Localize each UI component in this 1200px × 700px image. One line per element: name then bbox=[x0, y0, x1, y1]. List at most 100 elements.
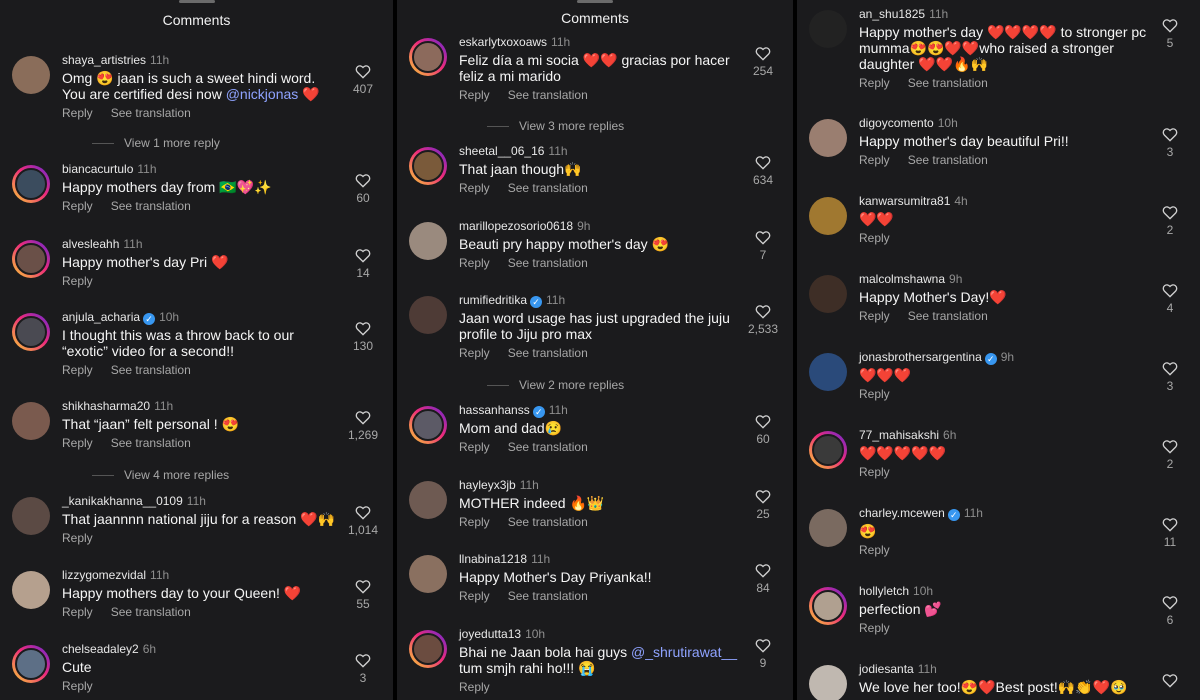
see-translation-button[interactable]: See translation bbox=[508, 88, 588, 102]
heart-icon[interactable] bbox=[755, 155, 771, 170]
avatar[interactable] bbox=[809, 665, 847, 700]
see-translation-button[interactable]: See translation bbox=[508, 346, 588, 360]
see-translation-button[interactable]: See translation bbox=[111, 106, 191, 120]
avatar[interactable] bbox=[409, 38, 447, 76]
see-translation-button[interactable]: See translation bbox=[508, 440, 588, 454]
reply-button[interactable]: Reply bbox=[62, 363, 93, 377]
avatar[interactable] bbox=[809, 10, 847, 48]
heart-icon[interactable] bbox=[1162, 127, 1178, 142]
mention-link[interactable]: @_shrutirawat__ bbox=[631, 644, 737, 660]
reply-button[interactable]: Reply bbox=[62, 199, 93, 213]
heart-icon[interactable] bbox=[355, 653, 371, 668]
view-more-replies-button[interactable]: View 4 more replies bbox=[92, 468, 229, 482]
username[interactable]: marillopezosorio0618 bbox=[459, 219, 573, 233]
username[interactable]: jonasbrothersargentina bbox=[859, 350, 982, 364]
username[interactable]: digoycomento bbox=[859, 116, 934, 130]
avatar[interactable] bbox=[12, 313, 50, 351]
reply-button[interactable]: Reply bbox=[62, 605, 93, 619]
avatar[interactable] bbox=[409, 147, 447, 185]
see-translation-button[interactable]: See translation bbox=[908, 76, 988, 90]
reply-button[interactable]: Reply bbox=[859, 231, 890, 245]
heart-icon[interactable] bbox=[355, 410, 371, 425]
username[interactable]: hayleyx3jb bbox=[459, 478, 516, 492]
heart-icon[interactable] bbox=[355, 505, 371, 520]
avatar[interactable] bbox=[409, 481, 447, 519]
username[interactable]: 77_mahisakshi bbox=[859, 428, 939, 442]
avatar[interactable] bbox=[12, 165, 50, 203]
heart-icon[interactable] bbox=[1162, 18, 1178, 33]
see-translation-button[interactable]: See translation bbox=[111, 363, 191, 377]
avatar[interactable] bbox=[409, 222, 447, 260]
reply-button[interactable]: Reply bbox=[62, 531, 93, 545]
heart-icon[interactable] bbox=[1162, 205, 1178, 220]
username[interactable]: kanwarsumitra81 bbox=[859, 194, 950, 208]
avatar[interactable] bbox=[12, 571, 50, 609]
heart-icon[interactable] bbox=[755, 414, 771, 429]
avatar[interactable] bbox=[809, 197, 847, 235]
avatar[interactable] bbox=[409, 296, 447, 334]
reply-button[interactable]: Reply bbox=[859, 387, 890, 401]
reply-button[interactable]: Reply bbox=[859, 465, 890, 479]
sheet-drag-handle[interactable] bbox=[178, 0, 215, 3]
view-more-replies-button[interactable]: View 3 more replies bbox=[487, 119, 624, 133]
reply-button[interactable]: Reply bbox=[62, 436, 93, 450]
heart-icon[interactable] bbox=[1162, 283, 1178, 298]
username[interactable]: hassanhanss bbox=[459, 403, 530, 417]
reply-button[interactable]: Reply bbox=[62, 679, 93, 693]
reply-button[interactable]: Reply bbox=[62, 106, 93, 120]
avatar[interactable] bbox=[809, 509, 847, 547]
see-translation-button[interactable]: See translation bbox=[111, 199, 191, 213]
see-translation-button[interactable]: See translation bbox=[908, 309, 988, 323]
avatar[interactable] bbox=[12, 645, 50, 683]
heart-icon[interactable] bbox=[355, 248, 371, 263]
username[interactable]: eskarlytxoxoaws bbox=[459, 35, 547, 49]
username[interactable]: sheetal__06_16 bbox=[459, 144, 544, 158]
see-translation-button[interactable]: See translation bbox=[111, 605, 191, 619]
heart-icon[interactable] bbox=[755, 489, 771, 504]
heart-icon[interactable] bbox=[755, 230, 771, 245]
reply-button[interactable]: Reply bbox=[859, 153, 890, 167]
avatar[interactable] bbox=[809, 431, 847, 469]
heart-icon[interactable] bbox=[1162, 439, 1178, 454]
avatar[interactable] bbox=[12, 56, 50, 94]
reply-button[interactable]: Reply bbox=[459, 515, 490, 529]
avatar[interactable] bbox=[409, 406, 447, 444]
username[interactable]: lizzygomezvidal bbox=[62, 568, 146, 582]
heart-icon[interactable] bbox=[755, 304, 771, 319]
username[interactable]: llnabina1218 bbox=[459, 552, 527, 566]
heart-icon[interactable] bbox=[1162, 361, 1178, 376]
heart-icon[interactable] bbox=[755, 638, 771, 653]
see-translation-button[interactable]: See translation bbox=[508, 589, 588, 603]
heart-icon[interactable] bbox=[1162, 595, 1178, 610]
heart-icon[interactable] bbox=[755, 46, 771, 61]
reply-button[interactable]: Reply bbox=[859, 621, 890, 635]
heart-icon[interactable] bbox=[355, 173, 371, 188]
avatar[interactable] bbox=[809, 587, 847, 625]
avatar[interactable] bbox=[409, 555, 447, 593]
username[interactable]: anjula_acharia bbox=[62, 310, 140, 324]
username[interactable]: an_shu1825 bbox=[859, 7, 925, 21]
username[interactable]: malcolmshawna bbox=[859, 272, 945, 286]
reply-button[interactable]: Reply bbox=[859, 76, 890, 90]
avatar[interactable] bbox=[809, 353, 847, 391]
avatar[interactable] bbox=[809, 119, 847, 157]
heart-icon[interactable] bbox=[1162, 517, 1178, 532]
reply-button[interactable]: Reply bbox=[459, 346, 490, 360]
username[interactable]: rumifiedritika bbox=[459, 293, 527, 307]
reply-button[interactable]: Reply bbox=[859, 309, 890, 323]
view-more-replies-button[interactable]: View 2 more replies bbox=[487, 378, 624, 392]
reply-button[interactable]: Reply bbox=[459, 181, 490, 195]
username[interactable]: alvesleahh bbox=[62, 237, 119, 251]
reply-button[interactable]: Reply bbox=[459, 680, 490, 694]
reply-button[interactable]: Reply bbox=[459, 256, 490, 270]
avatar[interactable] bbox=[12, 497, 50, 535]
avatar[interactable] bbox=[12, 402, 50, 440]
mention-link[interactable]: @nickjonas bbox=[226, 86, 299, 102]
username[interactable]: jodiesanta bbox=[859, 662, 914, 676]
username[interactable]: chelseadaley2 bbox=[62, 642, 139, 656]
username[interactable]: biancacurtulo bbox=[62, 162, 133, 176]
see-translation-button[interactable]: See translation bbox=[508, 256, 588, 270]
username[interactable]: shikhasharma20 bbox=[62, 399, 150, 413]
reply-button[interactable]: Reply bbox=[859, 543, 890, 557]
username[interactable]: charley.mcewen bbox=[859, 506, 945, 520]
